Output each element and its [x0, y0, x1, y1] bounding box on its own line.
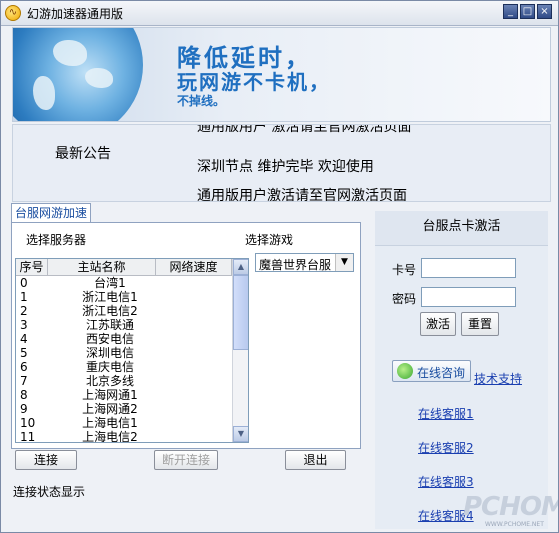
server-row-name: 上海电信2 — [82, 430, 138, 443]
server-row-number: 11 — [20, 430, 36, 443]
consult-label: 在线咨询 — [417, 366, 466, 380]
server-row-name: 西安电信 — [85, 332, 134, 346]
exit-button[interactable]: 退出 — [285, 450, 346, 470]
server-row-number: 0 — [20, 276, 28, 290]
list-header: 序号 主站名称 网络速度 — [16, 259, 232, 276]
server-list[interactable]: 序号 主站名称 网络速度 0 台湾1 1 浙江电信1 2 浙江电信2 3 江苏联通 4 西安电信 5… — [15, 258, 249, 443]
server-row-name: 浙江电信2 — [82, 304, 138, 318]
server-row-number: 6 — [20, 360, 28, 374]
password-label: 密码 — [392, 292, 417, 306]
maximize-button[interactable]: □ — [520, 4, 535, 19]
tech-support-link[interactable]: 技术支持 — [474, 370, 522, 387]
game-select[interactable]: 魔兽世界台服 ▼ — [255, 253, 354, 272]
server-row-number: 2 — [20, 304, 28, 318]
server-row-number: 4 — [20, 332, 28, 346]
pchome-watermark: PCHOME WWW.PCHOME.NET — [455, 490, 558, 532]
tab-taiwan-acceleration[interactable]: 台服网游加速 — [11, 203, 91, 223]
server-row[interactable]: 4 西安电信 — [16, 332, 232, 346]
server-row-number: 3 — [20, 318, 28, 332]
notice-line: 通用版用户 激活请至官网激活页面 — [197, 124, 412, 135]
watermark-url: WWW.PCHOME.NET — [485, 521, 544, 528]
banner-slogan-2: 玩网游不卡机， — [177, 70, 331, 94]
column-header-speed[interactable]: 网络速度 — [156, 259, 232, 275]
notice-line: 通用版用户激活请至官网激活页面 — [197, 188, 407, 202]
notice-line: 深圳节点 维护完毕 欢迎使用 — [197, 159, 374, 175]
server-row[interactable]: 0 台湾1 — [16, 276, 232, 290]
scroll-down-icon[interactable]: ▼ — [233, 426, 248, 442]
online-service-link-2[interactable]: 在线客服2 — [418, 439, 474, 456]
watermark-brand: PCHOME — [463, 492, 558, 522]
card-number-input[interactable] — [421, 258, 516, 278]
server-row-name: 重庆电信 — [85, 360, 134, 374]
card-label: 卡号 — [392, 263, 417, 277]
server-row-number: 5 — [20, 346, 28, 360]
server-row-name: 上海网通2 — [82, 402, 138, 416]
reset-button[interactable]: 重置 — [461, 312, 499, 336]
app-logo-icon: ∿ — [5, 5, 21, 21]
server-row[interactable]: 1 浙江电信1 — [16, 290, 232, 304]
globe-icon — [13, 28, 143, 121]
server-row[interactable]: 7 北京多线 — [16, 374, 232, 388]
list-scrollbar[interactable]: ▲ ▼ — [232, 259, 248, 442]
notice-label: 最新公告 — [55, 146, 111, 162]
title-bar: ∿ 幻游加速器通用版 _ □ × — [1, 1, 558, 26]
window-title: 幻游加速器通用版 — [27, 7, 124, 21]
activate-button[interactable]: 激活 — [420, 312, 456, 336]
server-row-name: 上海电信1 — [82, 416, 138, 430]
server-row[interactable]: 2 浙江电信2 — [16, 304, 232, 318]
server-row[interactable]: 3 江苏联通 — [16, 318, 232, 332]
server-row[interactable]: 10 上海电信1 — [16, 416, 232, 430]
server-row-number: 10 — [20, 416, 36, 430]
chevron-down-icon[interactable]: ▼ — [335, 254, 353, 271]
server-row-name: 浙江电信1 — [82, 290, 138, 304]
app-window: ∿ 幻游加速器通用版 _ □ × 降低延时， 玩网游不卡机， 不掉线。 最新公告… — [0, 0, 559, 533]
server-row-name: 上海网通1 — [82, 388, 138, 402]
server-row-name: 深圳电信 — [85, 346, 134, 360]
scroll-up-icon[interactable]: ▲ — [233, 259, 248, 275]
game-select-value: 魔兽世界台服 — [259, 258, 332, 272]
connect-button[interactable]: 连接 — [15, 450, 77, 470]
online-service-link-3[interactable]: 在线客服3 — [418, 473, 474, 490]
game-label: 选择游戏 — [245, 233, 294, 247]
banner-slogan-3: 不掉线。 — [177, 94, 226, 108]
scroll-thumb[interactable] — [233, 275, 248, 350]
server-row-number: 9 — [20, 402, 28, 416]
consult-icon — [397, 363, 413, 379]
close-button[interactable]: × — [537, 4, 552, 19]
disconnect-button[interactable]: 断开连接 — [154, 450, 218, 470]
server-label: 选择服务器 — [26, 233, 87, 247]
server-row[interactable]: 9 上海网通2 — [16, 402, 232, 416]
server-row[interactable]: 6 重庆电信 — [16, 360, 232, 374]
server-row[interactable]: 8 上海网通1 — [16, 388, 232, 402]
server-row[interactable]: 5 深圳电信 — [16, 346, 232, 360]
activation-title: 台服点卡激活 — [375, 211, 548, 246]
server-row-name: 台湾1 — [94, 276, 126, 290]
online-service-link-1[interactable]: 在线客服1 — [418, 405, 474, 422]
server-row-number: 7 — [20, 374, 28, 388]
notice-panel: 最新公告 通用版用户 激活请至官网激活页面 深圳节点 维护完毕 欢迎使用 通用版… — [12, 124, 551, 202]
server-row-number: 8 — [20, 388, 28, 402]
server-row-name: 北京多线 — [85, 374, 134, 388]
password-input[interactable] — [421, 287, 516, 307]
minimize-button[interactable]: _ — [503, 4, 518, 19]
server-row[interactable]: 11 上海电信2 — [16, 430, 232, 443]
column-header-name[interactable]: 主站名称 — [48, 259, 156, 275]
server-row-name: 江苏联通 — [85, 318, 134, 332]
column-header-no[interactable]: 序号 — [16, 259, 48, 275]
connection-status: 连接状态显示 — [13, 485, 86, 499]
banner: 降低延时， 玩网游不卡机， 不掉线。 — [12, 27, 551, 122]
server-row-number: 1 — [20, 290, 28, 304]
online-consult-button[interactable]: 在线咨询 — [392, 360, 471, 382]
